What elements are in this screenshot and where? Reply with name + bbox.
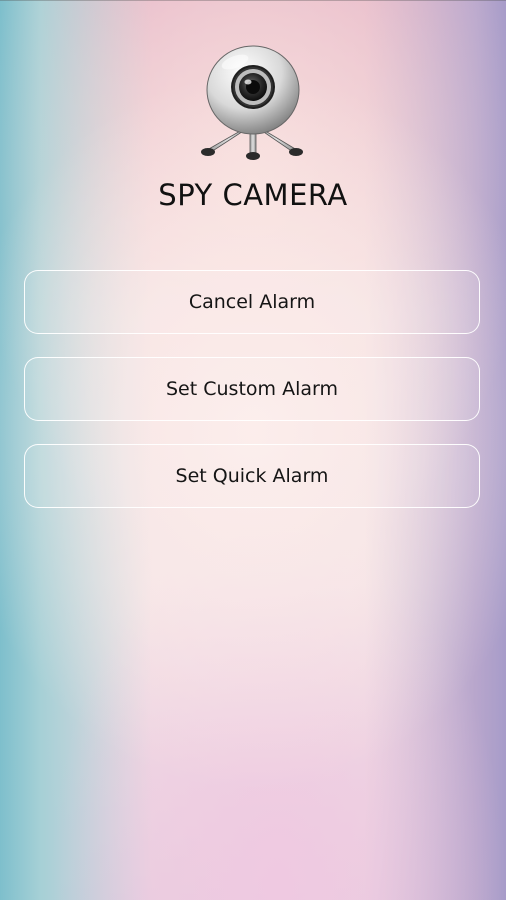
set-quick-alarm-button[interactable]: Set Quick Alarm xyxy=(24,444,480,508)
cancel-alarm-button[interactable]: Cancel Alarm xyxy=(24,270,480,334)
status-bar-divider xyxy=(0,0,506,1)
webcam-icon xyxy=(195,40,311,164)
app-title: SPY CAMERA xyxy=(158,178,348,212)
set-custom-alarm-button[interactable]: Set Custom Alarm xyxy=(24,357,480,421)
